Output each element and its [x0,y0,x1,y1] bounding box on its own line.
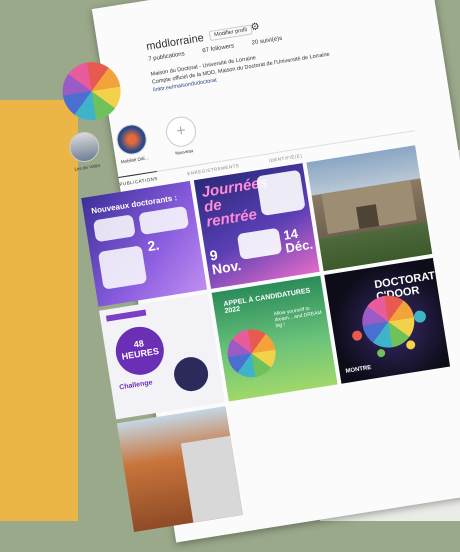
posts-grid: Nouveaux doctorants : 2. Journées de ren… [81,142,460,532]
post-tile-building-photo[interactable] [306,145,433,272]
post-tile[interactable]: APPEL À CANDIDATURES 2022 Allow yourself… [211,275,338,402]
highlight-label: Les de Vidéo [74,162,101,172]
post-date: 9 Nov. [208,246,243,278]
building-wall [180,435,243,523]
post-card [138,205,190,236]
tab-publications[interactable]: PUBLICATIONS [118,170,159,187]
empty-tile [342,370,460,497]
orbit-ball [413,309,427,324]
empty-tile [229,388,356,515]
post-subtitle: MONTRE [345,364,372,375]
building-entrance [356,204,380,229]
stat-followers[interactable]: 67 followers [202,43,235,54]
orbit-ball [405,339,416,351]
highlight-label: Mobilité DrE... [120,155,150,165]
stat-following[interactable]: 20 suivi(e)s [251,36,282,47]
plus-icon: + [163,114,199,149]
post-tile-building-photo[interactable] [116,406,243,532]
orbit-ball [376,348,386,358]
highlight-label: Nouveau [174,148,194,156]
post-subtitle: Challenge [118,379,153,392]
post-tile[interactable]: DOCTORAT C'DOOR MONTRE [324,257,451,384]
post-card [236,227,283,260]
logo-wheel [224,325,280,381]
post-card [92,214,136,243]
highlight-thumbnail [67,129,102,165]
post-tile[interactable]: Journées de rentrée 9 Nov. 14 Déc. [193,163,320,289]
post-step-number: 2. [146,236,161,255]
profile-avatar [58,57,125,125]
tab-tagged[interactable]: IDENTIFIÉ(E) [269,153,303,163]
post-photo-circle [171,354,211,394]
post-logo-strip [105,309,147,322]
printed-instagram-profile: mddlorraine Modifier profil ⚙ 7 publicat… [58,0,460,543]
gear-icon[interactable]: ⚙ [250,21,261,33]
stat-publications: 7 publications [147,51,186,63]
post-subtitle: Allow yourself to dream... and DREAM big… [273,305,323,330]
orbit-ball [351,329,363,342]
highlight-new[interactable]: + Nouveau [162,114,202,157]
post-card [97,245,148,290]
post-date: 14 Déc. [282,225,314,256]
post-card [255,169,306,217]
highlight-thumbnail [114,122,149,157]
highlight-mobilite[interactable]: Mobilité DrE... [113,122,153,165]
post-tile[interactable]: 48 HEURES Challenge [99,293,225,420]
highlight-videos[interactable]: Les de Vidéo [65,129,105,173]
post-tile[interactable]: Nouveaux doctorants : 2. [81,180,208,307]
edit-profile-button[interactable]: Modifier profil [208,24,253,42]
